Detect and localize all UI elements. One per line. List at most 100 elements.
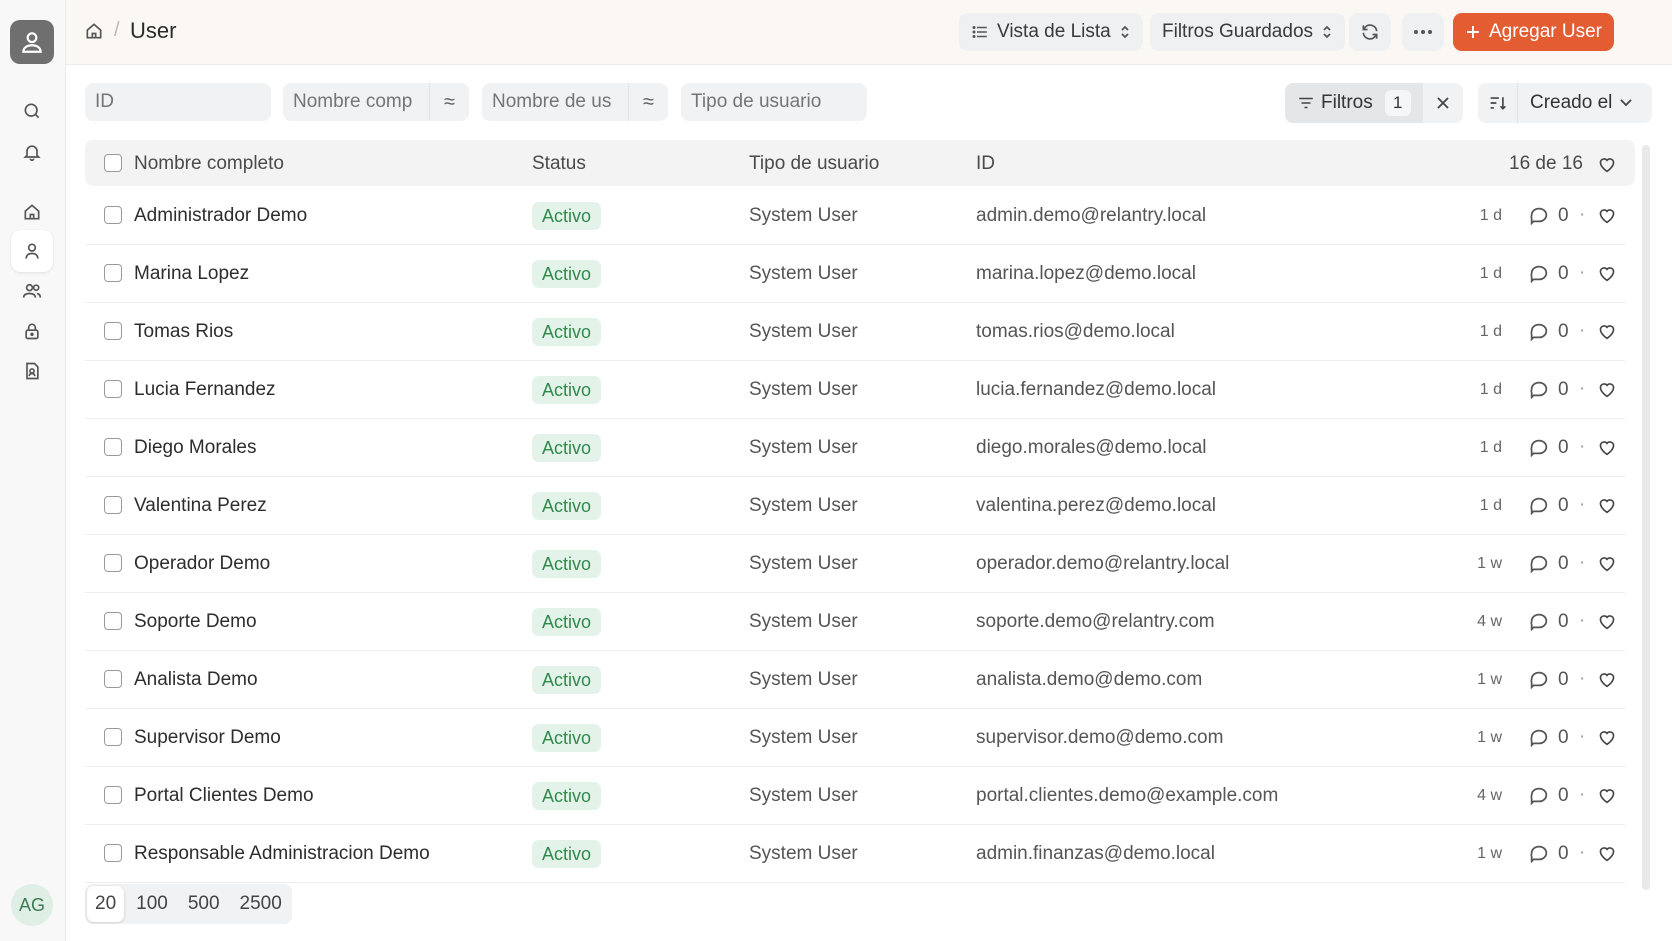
page-size-option[interactable]: 100 xyxy=(126,884,178,924)
chevron-updown-icon xyxy=(1119,24,1131,40)
table-row[interactable]: Valentina Perez Activo System User valentin… xyxy=(85,477,1625,535)
table-row[interactable]: Analista Demo Activo System User analista.d… xyxy=(85,651,1625,709)
filters-button[interactable]: Filtros 1 xyxy=(1285,83,1423,123)
column-header-id[interactable]: ID xyxy=(976,153,995,175)
row-modified-time: 1 d xyxy=(1479,381,1502,398)
row-usertype: System User xyxy=(749,611,858,632)
saved-filters-dropdown[interactable]: Filtros Guardados xyxy=(1150,13,1346,51)
row-id: admin.finanzas@demo.local xyxy=(976,843,1215,864)
comment-icon xyxy=(1528,436,1550,458)
table-row[interactable]: Diego Morales Activo System User diego.mora… xyxy=(85,419,1625,477)
avatar[interactable]: AG xyxy=(11,884,53,926)
heart-icon[interactable] xyxy=(1597,155,1617,173)
home-icon[interactable] xyxy=(11,191,53,233)
id-filter-input[interactable] xyxy=(85,83,271,121)
sort-field-dropdown[interactable]: Creado el xyxy=(1518,83,1652,123)
sort-direction-button[interactable] xyxy=(1478,83,1518,123)
table-row[interactable]: Portal Clientes Demo Activo System User por… xyxy=(85,767,1625,825)
users-icon[interactable] xyxy=(11,270,53,312)
status-badge: Activo xyxy=(532,492,602,520)
row-checkbox[interactable] xyxy=(104,670,122,688)
bell-icon[interactable] xyxy=(11,131,53,173)
table-row[interactable]: Soporte Demo Activo System User soporte.dem… xyxy=(85,593,1625,651)
username-filter-operator[interactable]: ≈ xyxy=(628,83,668,121)
row-checkbox[interactable] xyxy=(104,612,122,630)
row-checkbox[interactable] xyxy=(104,264,122,282)
refresh-button[interactable] xyxy=(1349,13,1391,51)
row-comment-count: 0 xyxy=(1558,669,1569,690)
row-checkbox[interactable] xyxy=(104,786,122,804)
search-icon[interactable] xyxy=(11,90,53,132)
user-icon[interactable] xyxy=(11,230,53,272)
name-filter-input[interactable] xyxy=(283,83,429,121)
heart-icon[interactable] xyxy=(1597,612,1617,630)
row-name: Lucia Fernandez xyxy=(134,379,276,400)
heart-icon[interactable] xyxy=(1597,844,1617,862)
row-checkbox[interactable] xyxy=(104,728,122,746)
heart-icon[interactable] xyxy=(1597,380,1617,398)
heart-icon[interactable] xyxy=(1597,438,1617,456)
table-row[interactable]: Administrador Demo Activo System User admin… xyxy=(85,187,1625,245)
app-logo-user-icon[interactable] xyxy=(10,20,54,64)
heart-icon[interactable] xyxy=(1597,728,1617,746)
row-usertype: System User xyxy=(749,321,858,342)
list-view-label: Vista de Lista xyxy=(997,21,1111,42)
comment-icon xyxy=(1528,204,1550,226)
row-checkbox[interactable] xyxy=(104,322,122,340)
page-size-selector: 20 100 500 2500 xyxy=(85,884,292,924)
list-view-dropdown[interactable]: Vista de Lista xyxy=(959,13,1143,51)
row-checkbox[interactable] xyxy=(104,380,122,398)
table-row[interactable]: Tomas Rios Activo System User tomas.rios@de… xyxy=(85,303,1625,361)
page-size-option[interactable]: 2500 xyxy=(230,884,292,924)
usertype-filter-input[interactable] xyxy=(681,83,867,121)
row-usertype: System User xyxy=(749,669,858,690)
sidebar: AG xyxy=(0,0,66,941)
lock-icon[interactable] xyxy=(11,310,53,352)
status-badge: Activo xyxy=(532,376,602,404)
more-options-button[interactable] xyxy=(1402,13,1444,51)
home-icon[interactable] xyxy=(84,21,104,41)
comment-icon xyxy=(1528,262,1550,284)
clear-filters-button[interactable] xyxy=(1423,83,1463,123)
header: / User Vista de Lista Filtros Guardados … xyxy=(66,0,1672,65)
heart-icon[interactable] xyxy=(1597,496,1617,514)
table-row[interactable]: Operador Demo Activo System User operador.d… xyxy=(85,535,1625,593)
add-user-button[interactable]: Agregar User xyxy=(1453,13,1614,51)
row-checkbox[interactable] xyxy=(104,438,122,456)
row-checkbox[interactable] xyxy=(104,844,122,862)
row-id: soporte.demo@relantry.com xyxy=(976,611,1215,632)
file-user-icon[interactable] xyxy=(11,350,53,392)
row-checkbox[interactable] xyxy=(104,206,122,224)
table-row[interactable]: Lucia Fernandez Activo System User lucia.fe… xyxy=(85,361,1625,419)
table-row[interactable]: Supervisor Demo Activo System User supervis… xyxy=(85,709,1625,767)
column-header-usertype[interactable]: Tipo de usuario xyxy=(749,153,879,175)
heart-icon[interactable] xyxy=(1597,786,1617,804)
table-row[interactable]: Marina Lopez Activo System User marina.lope… xyxy=(85,245,1625,303)
row-separator-dot: · xyxy=(1579,494,1586,515)
table-row[interactable]: Responsable Administracion Demo Activo Sys… xyxy=(85,825,1625,883)
filters-control: Filtros 1 xyxy=(1285,83,1463,123)
row-id: valentina.perez@demo.local xyxy=(976,495,1217,516)
row-modified-time: 1 d xyxy=(1479,323,1502,340)
plus-icon xyxy=(1465,24,1481,40)
scrollbar-thumb[interactable] xyxy=(1642,145,1650,890)
record-count: 16 de 16 xyxy=(1509,153,1583,174)
heart-icon[interactable] xyxy=(1597,206,1617,224)
username-filter-input[interactable] xyxy=(482,83,628,121)
heart-icon[interactable] xyxy=(1597,264,1617,282)
page-size-option[interactable]: 20 xyxy=(87,886,125,922)
heart-icon[interactable] xyxy=(1597,554,1617,572)
column-header-status[interactable]: Status xyxy=(532,153,586,175)
row-comment-count: 0 xyxy=(1558,727,1569,748)
select-all-checkbox[interactable] xyxy=(104,154,122,172)
comment-icon xyxy=(1528,842,1550,864)
row-checkbox[interactable] xyxy=(104,496,122,514)
heart-icon[interactable] xyxy=(1597,670,1617,688)
comment-icon xyxy=(1528,668,1550,690)
row-checkbox[interactable] xyxy=(104,554,122,572)
heart-icon[interactable] xyxy=(1597,322,1617,340)
status-badge: Activo xyxy=(532,840,602,868)
page-size-option[interactable]: 500 xyxy=(178,884,230,924)
name-filter-operator[interactable]: ≈ xyxy=(429,83,469,121)
column-header-name[interactable]: Nombre completo xyxy=(134,153,284,175)
